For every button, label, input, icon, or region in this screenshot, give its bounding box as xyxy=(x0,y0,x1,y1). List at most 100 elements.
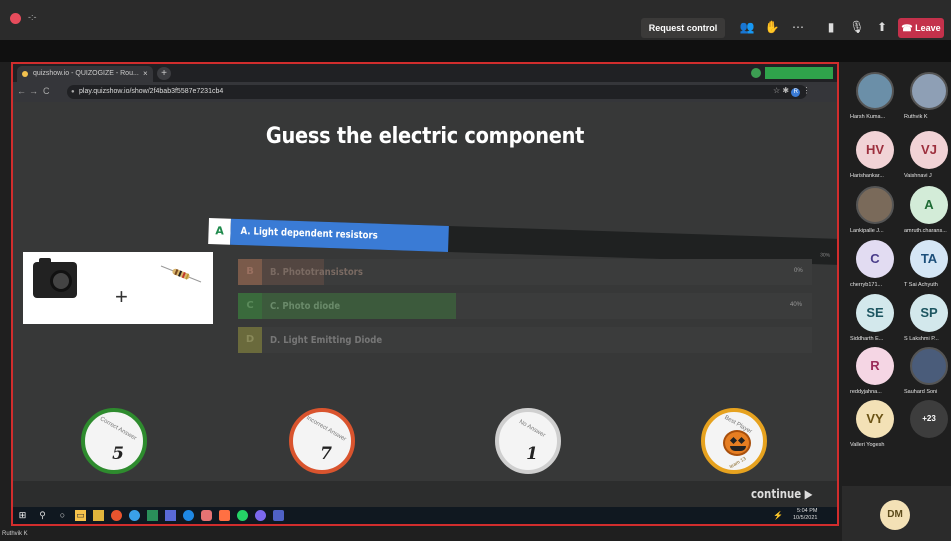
incorrect-answer-stat: Incorrect Answer 7 xyxy=(289,408,355,474)
participant-tile[interactable]: VJ Vaishnavi J xyxy=(904,131,951,179)
correct-answer-caption: Correct Answer xyxy=(98,416,138,442)
leave-button[interactable]: ☎ Leave xyxy=(898,18,944,38)
back-icon[interactable]: ← xyxy=(17,86,26,96)
participant-tile[interactable]: HV Harishankar... xyxy=(850,131,902,179)
participants-gallery: Harsh Kuma... Ruthvik K HV Harishankar... VJ… xyxy=(842,62,951,486)
meeting-timer: -:- xyxy=(28,12,37,22)
participant-avatar: VY xyxy=(856,400,894,438)
participant-name: Siddharth E... xyxy=(850,336,884,342)
correct-answer-count: 5 xyxy=(112,444,124,464)
self-avatar[interactable]: DM xyxy=(880,500,910,530)
recording-icon xyxy=(10,13,21,24)
app-icon-3[interactable] xyxy=(201,510,212,521)
resistor-icon xyxy=(160,265,202,283)
folder-icon[interactable] xyxy=(93,510,104,521)
file-explorer-icon[interactable]: ▭ xyxy=(75,510,86,521)
teams-app-icon[interactable] xyxy=(165,510,176,521)
participant-avatar: TA xyxy=(910,240,948,278)
camera-off-icon[interactable]: ▮ xyxy=(821,17,841,37)
app-icon-5[interactable] xyxy=(255,510,266,521)
correct-answer-stat: Correct Answer 5 xyxy=(81,408,147,474)
participant-tile[interactable]: Sauhard Soni xyxy=(904,347,951,395)
people-icon[interactable]: 👥 xyxy=(737,17,757,37)
option-d-label: D. Light Emitting Diode xyxy=(270,335,383,346)
app-icon-4[interactable] xyxy=(219,510,230,521)
incorrect-answer-count: 7 xyxy=(320,444,332,464)
option-d-letter: D xyxy=(238,327,262,353)
participant-name: Sauhard Soni xyxy=(904,389,938,395)
whatsapp-icon[interactable] xyxy=(237,510,248,521)
participant-tile[interactable]: +23 xyxy=(904,400,951,438)
option-b-label: B. Phototransistors xyxy=(270,267,363,278)
option-b[interactable]: B B. Phototransistors 0% xyxy=(238,259,812,285)
participant-avatar: C xyxy=(856,240,894,278)
participant-name: cherryb171... xyxy=(850,282,883,288)
reload-icon[interactable]: C xyxy=(43,86,50,96)
option-c[interactable]: C C. Photo diode 40% xyxy=(238,293,812,319)
app-icon-2[interactable] xyxy=(183,510,194,521)
browser-tab-strip: quizshow.io - QUIZOGIZE - Rou... × + xyxy=(13,64,837,82)
participant-name: S Lakshmi P... xyxy=(904,336,939,342)
clock-time: 5:04 PM xyxy=(796,508,818,514)
option-b-percent: 0% xyxy=(794,268,803,274)
incorrect-answer-caption: Incorrect Answer xyxy=(305,415,347,443)
participant-tile[interactable]: Ccherryb171... xyxy=(850,240,902,288)
taskbar-clock[interactable]: 5:04 PM 10/5/2021 xyxy=(793,508,817,522)
no-answer-stat: No Answer 1 xyxy=(495,408,561,474)
windows-start-icon[interactable]: ⊞ xyxy=(17,510,28,521)
windows-taskbar: ⊞ ⚲ ○ ▭ ⚡ 5:04 PM 10/5/2021 xyxy=(13,507,837,524)
participant-tile[interactable]: SE Siddharth E... xyxy=(850,294,902,342)
teams-running-icon[interactable] xyxy=(273,510,284,521)
participant-name: Vaishnavi J xyxy=(904,173,932,179)
participant-photo xyxy=(910,72,948,110)
mic-off-icon[interactable]: 🎙 xyxy=(847,17,867,37)
option-b-letter: B xyxy=(238,259,262,285)
presenter-name: Ruthvik K xyxy=(2,531,28,537)
clock-date: 10/5/2021 xyxy=(793,515,818,521)
raise-hand-icon[interactable]: ✋ xyxy=(762,17,782,37)
participant-tile[interactable]: Ruthvik K xyxy=(904,72,951,120)
participant-name: Valleri Yogesh xyxy=(850,442,885,448)
participant-name: Ruthvik K xyxy=(904,114,928,120)
plus-icon: + xyxy=(115,284,128,309)
new-tab-button[interactable]: + xyxy=(157,67,171,80)
bookmark-star-icon[interactable]: ☆ ✱ R ⋮ xyxy=(773,86,811,97)
search-icon[interactable]: ⚲ xyxy=(37,510,48,521)
option-a-letter: A xyxy=(215,224,225,238)
share-screen-icon[interactable]: ⬆ xyxy=(872,17,892,37)
url-field[interactable]: ● play.quizshow.io/show/2f4bab3f5587e723… xyxy=(67,85,807,99)
question-image: + xyxy=(23,252,213,324)
request-control-button[interactable]: Request control xyxy=(641,18,725,38)
no-answer-count: 1 xyxy=(526,444,538,464)
participant-tile[interactable]: Harsh Kuma... xyxy=(850,72,902,120)
participant-tile[interactable]: TA T Sai Achyuth xyxy=(904,240,951,288)
tray-icon[interactable]: ⚡ xyxy=(773,511,783,520)
option-c-label: C. Photo diode xyxy=(270,301,341,312)
participant-tile[interactable]: Aamruth.charans... xyxy=(904,186,951,234)
task-view-icon[interactable]: ○ xyxy=(57,510,68,521)
participant-avatar: HV xyxy=(856,131,894,169)
extension-icon[interactable] xyxy=(751,68,761,78)
participant-photo xyxy=(910,347,948,385)
option-a[interactable]: A A. Light dependent resistors 30% xyxy=(208,218,837,265)
option-d[interactable]: D D. Light Emitting Diode xyxy=(238,327,812,353)
participant-tile[interactable]: SP S Lakshmi P... xyxy=(904,294,951,342)
participant-tile[interactable]: Rreddyjahna... xyxy=(850,347,902,395)
tab-close-icon[interactable]: × xyxy=(143,66,148,82)
forward-icon[interactable]: → xyxy=(29,86,38,96)
participant-name: amruth.charans... xyxy=(904,228,947,234)
profile-avatar[interactable]: R xyxy=(791,88,801,97)
participant-avatar: A xyxy=(910,186,948,224)
participant-tile[interactable]: Lankipalle J... xyxy=(850,186,902,234)
pumpkin-icon xyxy=(723,430,751,456)
app-icon[interactable] xyxy=(147,510,158,521)
more-options-icon[interactable]: ⋯ xyxy=(788,17,808,37)
edge-icon[interactable] xyxy=(129,510,140,521)
continue-button[interactable]: continue ▶ xyxy=(751,487,813,501)
window-controls[interactable] xyxy=(765,67,833,79)
lock-icon: ● xyxy=(71,89,75,95)
option-c-percent: 40% xyxy=(790,302,803,308)
chrome-icon[interactable] xyxy=(111,510,122,521)
browser-tab[interactable]: quizshow.io - QUIZOGIZE - Rou... × xyxy=(17,66,153,82)
participant-tile[interactable]: VY Valleri Yogesh xyxy=(850,400,902,448)
